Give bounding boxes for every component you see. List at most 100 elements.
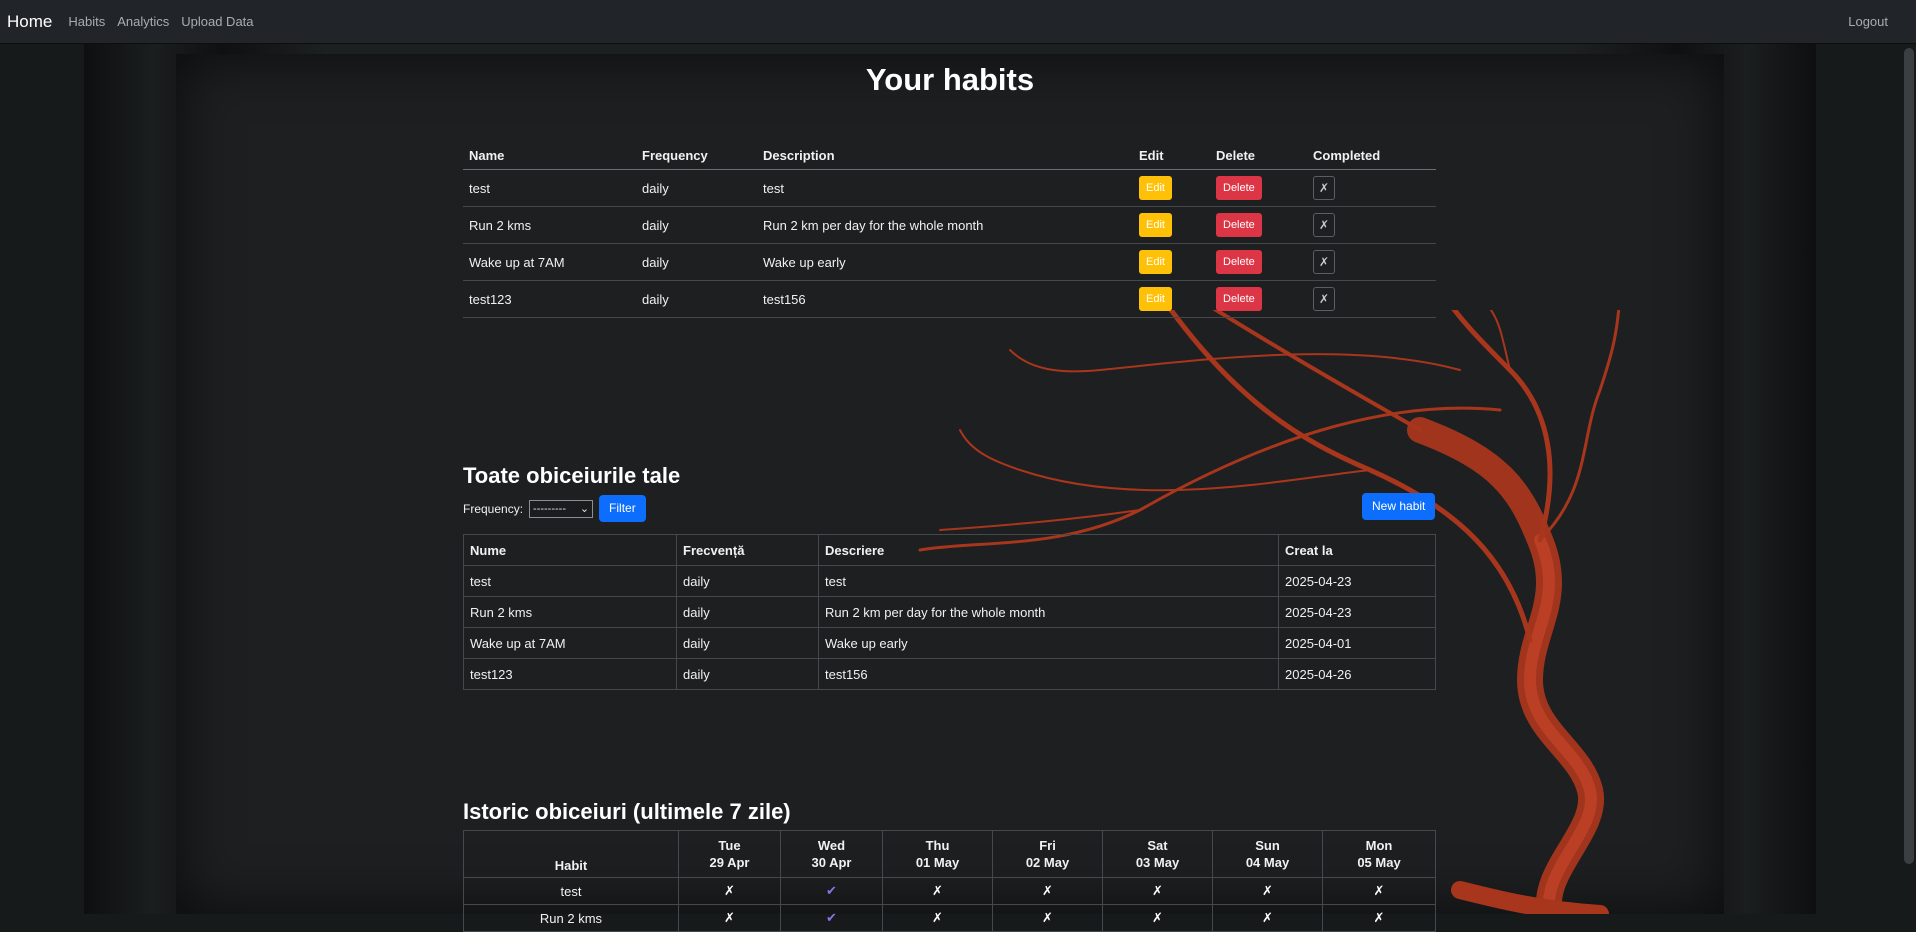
all-habit-name: test [463, 565, 677, 597]
day-of-week: Sun [1255, 838, 1280, 853]
all-habit-row: Run 2 kms daily Run 2 km per day for the w… [463, 596, 1436, 628]
day-date: 04 May [1245, 855, 1290, 870]
habit-description: test156 [757, 280, 1133, 318]
new-habit-button[interactable]: New habit [1362, 493, 1436, 520]
history-habit-name: test [463, 877, 679, 905]
edit-button[interactable]: Edit [1139, 176, 1172, 200]
completed-cell: ✗ [1307, 169, 1436, 207]
day-of-week: Tue [718, 838, 741, 853]
main-content: Your habits Name Frequency Description E… [0, 0, 1916, 932]
habit-name: test [463, 169, 636, 207]
check-icon: ✔ [780, 877, 883, 905]
mark-completed-button[interactable]: ✗ [1313, 287, 1335, 311]
habits-table-header: Name Frequency Description Edit Delete C… [463, 142, 1436, 170]
col-descriere: Descriere [818, 534, 1279, 566]
day-date: 30 Apr [811, 855, 852, 870]
all-habit-name: Wake up at 7AM [463, 627, 677, 659]
all-habit-created: 2025-04-23 [1278, 565, 1436, 597]
habit-name: Wake up at 7AM [463, 243, 636, 281]
day-header: Sun 04 May [1212, 830, 1323, 878]
habit-description: test [757, 169, 1133, 207]
day-of-week: Fri [1039, 838, 1056, 853]
all-habit-frequency: daily [676, 627, 819, 659]
history-table: Habit Tue 29 Apr Wed 30 Apr Thu 01 May Fri 02 Ma… [463, 830, 1436, 932]
day-date: 03 May [1135, 855, 1180, 870]
col-description: Description [757, 142, 1133, 170]
cross-icon: ✗ [1212, 877, 1323, 905]
delete-cell: Delete [1210, 243, 1307, 281]
habit-description: Wake up early [757, 243, 1133, 281]
day-of-week: Thu [925, 838, 950, 853]
all-habit-created: 2025-04-26 [1278, 658, 1436, 690]
all-habit-row: test daily test 2025-04-23 [463, 565, 1436, 597]
filter-button[interactable]: Filter [599, 495, 646, 522]
col-delete: Delete [1210, 142, 1307, 170]
habit-row: Run 2 kms daily Run 2 km per day for the w… [463, 206, 1436, 244]
day-date: 29 Apr [709, 855, 750, 870]
delete-button[interactable]: Delete [1216, 287, 1262, 311]
day-header: Tue 29 Apr [678, 830, 781, 878]
col-nume: Nume [463, 534, 677, 566]
cross-icon: ✗ [678, 877, 781, 905]
all-habit-frequency: daily [676, 658, 819, 690]
frequency-select-value: --------- [533, 502, 566, 515]
mark-completed-button[interactable]: ✗ [1313, 250, 1335, 274]
habit-row: test daily test Edit Delete ✗ [463, 169, 1436, 207]
habit-description: Run 2 km per day for the whole month [757, 206, 1133, 244]
cross-icon: ✗ [992, 904, 1103, 932]
habits-table: Name Frequency Description Edit Delete C… [463, 142, 1436, 318]
day-date: 05 May [1357, 855, 1401, 870]
delete-cell: Delete [1210, 169, 1307, 207]
history-heading: Istoric obiceiuri (ultimele 7 zile) [463, 799, 791, 824]
delete-cell: Delete [1210, 206, 1307, 244]
habit-row: Wake up at 7AM daily Wake up early Edit Dele… [463, 243, 1436, 281]
completed-cell: ✗ [1307, 280, 1436, 318]
cross-icon: ✗ [1212, 904, 1323, 932]
delete-button[interactable]: Delete [1216, 250, 1262, 274]
habit-frequency: daily [636, 280, 757, 318]
day-header: Thu 01 May [882, 830, 993, 878]
edit-button[interactable]: Edit [1139, 213, 1172, 237]
col-frequency: Frequency [636, 142, 757, 170]
edit-button[interactable]: Edit [1139, 287, 1172, 311]
edit-cell: Edit [1133, 280, 1210, 318]
cross-icon: ✗ [1322, 904, 1436, 932]
habit-row: test123 daily test156 Edit Delete ✗ [463, 280, 1436, 318]
cross-icon: ✗ [1102, 877, 1213, 905]
col-frecventa: Frecvență [676, 534, 819, 566]
habit-frequency: daily [636, 206, 757, 244]
frequency-select[interactable]: --------- ⌄ [529, 499, 594, 518]
chevron-down-icon: ⌄ [579, 503, 590, 515]
day-of-week: Sat [1147, 838, 1168, 853]
day-of-week: Wed [817, 838, 846, 853]
delete-button[interactable]: Delete [1216, 213, 1262, 237]
all-habit-row: test123 daily test156 2025-04-26 [463, 658, 1436, 690]
day-of-week: Mon [1365, 838, 1393, 853]
day-header: Sat 03 May [1102, 830, 1213, 878]
cross-icon: ✗ [1102, 904, 1213, 932]
delete-button[interactable]: Delete [1216, 176, 1262, 200]
edit-button[interactable]: Edit [1139, 250, 1172, 274]
edit-cell: Edit [1133, 206, 1210, 244]
cross-icon: ✗ [992, 877, 1103, 905]
edit-cell: Edit [1133, 169, 1210, 207]
history-habit-name: Run 2 kms [463, 904, 679, 932]
frequency-filter-label: Frequency: [463, 501, 524, 516]
all-habit-description: Run 2 km per day for the whole month [818, 596, 1279, 628]
col-creat-la: Creat la [1278, 534, 1436, 566]
check-icon: ✔ [780, 904, 883, 932]
history-row: test ✗ ✔ ✗ ✗ ✗ ✗ ✗ [463, 877, 1436, 905]
habit-frequency: daily [636, 169, 757, 207]
habit-name: Run 2 kms [463, 206, 636, 244]
mark-completed-button[interactable]: ✗ [1313, 213, 1335, 237]
all-habit-name: Run 2 kms [463, 596, 677, 628]
completed-cell: ✗ [1307, 206, 1436, 244]
cross-icon: ✗ [882, 904, 993, 932]
all-habits-heading: Toate obiceiurile tale [463, 463, 681, 488]
all-habit-description: Wake up early [818, 627, 1279, 659]
all-habit-frequency: daily [676, 596, 819, 628]
cross-icon: ✗ [882, 877, 993, 905]
mark-completed-button[interactable]: ✗ [1313, 176, 1335, 200]
cross-icon: ✗ [678, 904, 781, 932]
all-habits-header: Nume Frecvență Descriere Creat la [463, 534, 1436, 566]
